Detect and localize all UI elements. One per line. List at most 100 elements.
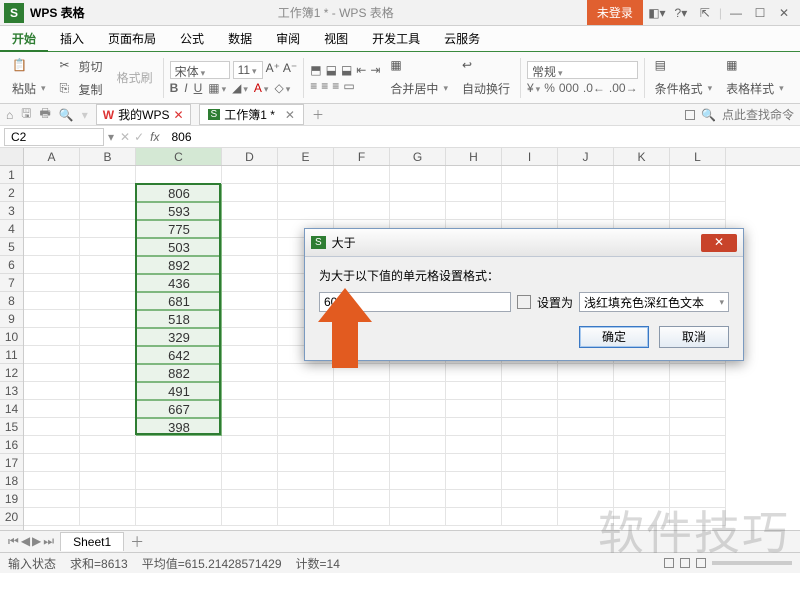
cell-B15[interactable] bbox=[80, 418, 136, 436]
cell-C7[interactable]: 436 bbox=[136, 274, 222, 292]
cell-J20[interactable] bbox=[558, 508, 614, 526]
cell-K20[interactable] bbox=[614, 508, 670, 526]
align-center-icon[interactable]: ≡ bbox=[321, 79, 328, 93]
cell-B7[interactable] bbox=[80, 274, 136, 292]
cell-G12[interactable] bbox=[390, 364, 446, 382]
inc-decimal-icon[interactable]: .0← bbox=[583, 81, 605, 95]
cell-B8[interactable] bbox=[80, 292, 136, 310]
cell-F15[interactable] bbox=[334, 418, 390, 436]
cell-D6[interactable] bbox=[222, 256, 278, 274]
menu-开发工具[interactable]: 开发工具 bbox=[360, 26, 432, 52]
cell-G18[interactable] bbox=[390, 472, 446, 490]
tab-workbook[interactable]: S工作簿1 *✕ bbox=[199, 104, 304, 125]
cell-K16[interactable] bbox=[614, 436, 670, 454]
cell-A9[interactable] bbox=[24, 310, 80, 328]
view-normal-icon[interactable] bbox=[664, 558, 674, 568]
row-header-17[interactable]: 17 bbox=[0, 454, 23, 472]
cell-I18[interactable] bbox=[502, 472, 558, 490]
cell-I1[interactable] bbox=[502, 166, 558, 184]
conditional-format-button[interactable]: ▤ bbox=[651, 56, 717, 76]
cell-L16[interactable] bbox=[670, 436, 726, 454]
font-color-button[interactable]: A▾ bbox=[254, 81, 269, 95]
cell-B20[interactable] bbox=[80, 508, 136, 526]
qat-home-icon[interactable]: ⌂ bbox=[6, 108, 13, 122]
sheet-nav-first-icon[interactable]: ⏮ bbox=[8, 534, 19, 549]
cell-L20[interactable] bbox=[670, 508, 726, 526]
italic-button[interactable]: I bbox=[184, 81, 187, 95]
row-header-18[interactable]: 18 bbox=[0, 472, 23, 490]
col-header-B[interactable]: B bbox=[80, 148, 136, 165]
align-middle-icon[interactable]: ⬓ bbox=[326, 63, 337, 77]
col-header-A[interactable]: A bbox=[24, 148, 80, 165]
clear-format-button[interactable]: ◇▾ bbox=[274, 81, 290, 95]
cell-C18[interactable] bbox=[136, 472, 222, 490]
cell-A19[interactable] bbox=[24, 490, 80, 508]
cell-E19[interactable] bbox=[278, 490, 334, 508]
cell-A1[interactable] bbox=[24, 166, 80, 184]
cell-A18[interactable] bbox=[24, 472, 80, 490]
formula-input[interactable]: 806 bbox=[166, 129, 800, 145]
ribbon-toggle-icon[interactable]: ⇱ bbox=[695, 6, 715, 20]
cell-F2[interactable] bbox=[334, 184, 390, 202]
cell-F12[interactable] bbox=[334, 364, 390, 382]
cell-F16[interactable] bbox=[334, 436, 390, 454]
cell-G1[interactable] bbox=[390, 166, 446, 184]
cell-H3[interactable] bbox=[446, 202, 502, 220]
cell-A6[interactable] bbox=[24, 256, 80, 274]
cell-A2[interactable] bbox=[24, 184, 80, 202]
qat-save-icon[interactable]: 🖫 bbox=[21, 104, 31, 125]
cell-D1[interactable] bbox=[222, 166, 278, 184]
cell-C8[interactable]: 681 bbox=[136, 292, 222, 310]
row-header-10[interactable]: 10 bbox=[0, 328, 23, 346]
fx-icon[interactable]: fx bbox=[150, 130, 159, 144]
cell-H19[interactable] bbox=[446, 490, 502, 508]
font-size-select[interactable]: 11▾ bbox=[233, 61, 263, 79]
cell-D18[interactable] bbox=[222, 472, 278, 490]
minimize-button[interactable]: — bbox=[726, 6, 746, 20]
cell-C20[interactable] bbox=[136, 508, 222, 526]
cell-I17[interactable] bbox=[502, 454, 558, 472]
table-style-button[interactable]: ▦ bbox=[722, 56, 788, 76]
conditional-format-label[interactable]: 条件格式▾ bbox=[651, 78, 717, 99]
percent-icon[interactable]: % bbox=[544, 81, 555, 95]
cell-I13[interactable] bbox=[502, 382, 558, 400]
cell-A16[interactable] bbox=[24, 436, 80, 454]
cell-C9[interactable]: 518 bbox=[136, 310, 222, 328]
row-header-8[interactable]: 8 bbox=[0, 292, 23, 310]
menu-公式[interactable]: 公式 bbox=[168, 26, 216, 52]
cell-E18[interactable] bbox=[278, 472, 334, 490]
search-commands[interactable]: 点此查找命令 bbox=[722, 106, 794, 123]
cell-J15[interactable] bbox=[558, 418, 614, 436]
cell-D9[interactable] bbox=[222, 310, 278, 328]
cell-F3[interactable] bbox=[334, 202, 390, 220]
ok-button[interactable]: 确定 bbox=[579, 326, 649, 348]
cell-G2[interactable] bbox=[390, 184, 446, 202]
menu-审阅[interactable]: 审阅 bbox=[264, 26, 312, 52]
cell-J2[interactable] bbox=[558, 184, 614, 202]
cell-A3[interactable] bbox=[24, 202, 80, 220]
paste-button[interactable]: 📋 bbox=[8, 56, 50, 76]
cell-J17[interactable] bbox=[558, 454, 614, 472]
col-header-H[interactable]: H bbox=[446, 148, 502, 165]
table-style-label[interactable]: 表格样式▾ bbox=[722, 78, 788, 99]
comma-icon[interactable]: 000 bbox=[559, 81, 579, 95]
cell-A17[interactable] bbox=[24, 454, 80, 472]
cell-C14[interactable]: 667 bbox=[136, 400, 222, 418]
cell-J16[interactable] bbox=[558, 436, 614, 454]
cell-B12[interactable] bbox=[80, 364, 136, 382]
cell-B5[interactable] bbox=[80, 238, 136, 256]
qat-preview-icon[interactable]: 🔍 bbox=[59, 108, 74, 122]
cell-K19[interactable] bbox=[614, 490, 670, 508]
paste-label[interactable]: 粘贴▾ bbox=[8, 78, 50, 99]
align-bottom-icon[interactable]: ⬓ bbox=[341, 63, 352, 77]
row-header-19[interactable]: 19 bbox=[0, 490, 23, 508]
menu-云服务[interactable]: 云服务 bbox=[432, 26, 492, 52]
cell-C12[interactable]: 882 bbox=[136, 364, 222, 382]
row-header-4[interactable]: 4 bbox=[0, 220, 23, 238]
format-style-select[interactable]: 浅红填充色深红色文本▾ bbox=[579, 292, 729, 312]
col-header-G[interactable]: G bbox=[390, 148, 446, 165]
threshold-input[interactable]: 600 bbox=[319, 292, 511, 312]
cell-C13[interactable]: 491 bbox=[136, 382, 222, 400]
cell-J13[interactable] bbox=[558, 382, 614, 400]
add-sheet-button[interactable]: ＋ bbox=[130, 532, 144, 552]
